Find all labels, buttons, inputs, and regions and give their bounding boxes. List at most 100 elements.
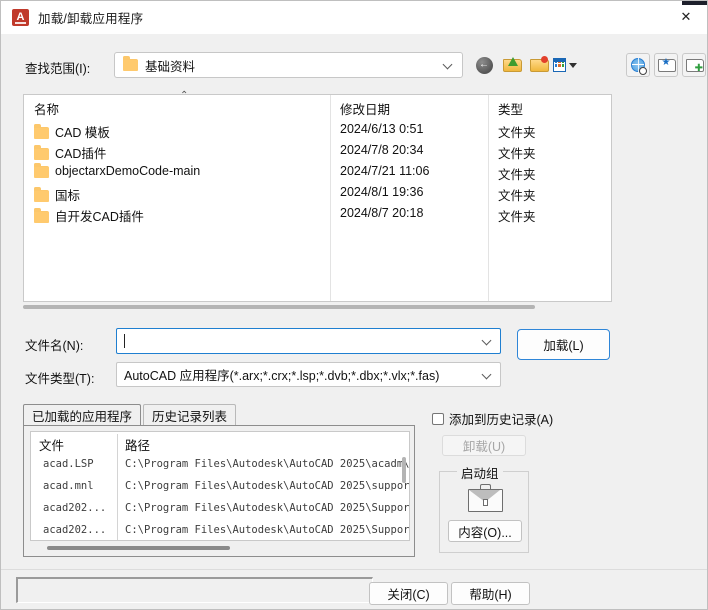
file-name-text: CAD 模板 — [55, 126, 110, 140]
contents-button[interactable]: 内容(O)... — [448, 520, 522, 542]
load-unload-applications-dialog: A 加载/卸载应用程序 ✕ 查找范围(I): 基础资料 ← ★ ✚ ⌃ 名称 修… — [0, 0, 708, 610]
loaded-applications-list[interactable]: 文件 路径 acad.LSP C:\Program Files\Autodesk… — [30, 431, 410, 541]
loaded-file-cell: acad202... — [43, 502, 107, 514]
add-to-history-label: 添加到历史记录(A) — [449, 413, 554, 427]
file-date-cell: 2024/8/1 19:36 — [340, 185, 424, 199]
add-favorite-folder-icon — [686, 58, 704, 74]
loaded-file-cell: acad.mnl — [43, 480, 94, 492]
loaded-path-cell: C:\Program Files\Autodesk\AutoCAD 2025\S… — [125, 524, 410, 536]
file-name-cell: objectarxDemoCode-main — [34, 163, 201, 178]
file-list-horizontal-scrollbar[interactable] — [23, 304, 612, 311]
loaded-column-header-file[interactable]: 文件 — [39, 435, 64, 454]
loaded-list-vertical-scrollbar[interactable] — [400, 454, 408, 540]
list-item[interactable]: acad.LSP C:\Program Files\Autodesk\AutoC… — [31, 454, 409, 476]
file-name-text: objectarxDemoCode-main — [55, 164, 201, 178]
favorites-folder-icon — [658, 58, 676, 72]
close-icon[interactable]: ✕ — [663, 1, 707, 33]
table-row[interactable]: 国标 2024/8/1 19:36 文件夹 — [24, 182, 611, 203]
places-toolbar — [626, 53, 707, 77]
folder-icon — [34, 163, 49, 178]
folder-icon — [34, 123, 49, 139]
new-folder-icon — [529, 56, 549, 72]
file-list-header: ⌃ 名称 修改日期 类型 — [24, 91, 611, 118]
loaded-list-horizontal-scrollbar[interactable] — [30, 544, 410, 552]
look-in-combobox[interactable]: 基础资料 — [114, 52, 463, 78]
list-item[interactable]: acad202... C:\Program Files\Autodesk\Aut… — [31, 498, 409, 520]
create-new-folder-button[interactable] — [526, 53, 550, 77]
status-bar — [16, 577, 373, 603]
column-header-name[interactable]: 名称 — [34, 99, 59, 118]
chevron-down-icon[interactable] — [569, 62, 577, 68]
table-row[interactable]: objectarxDemoCode-main 2024/7/21 11:06 文… — [24, 161, 611, 182]
startup-suite-legend: 启动组 — [457, 463, 503, 482]
checkbox-box[interactable] — [432, 412, 444, 425]
file-name-label: 文件名(N): — [25, 339, 84, 353]
look-in-value: 基础资料 — [145, 59, 196, 74]
chevron-down-icon[interactable] — [481, 369, 492, 380]
file-name-text: 国标 — [55, 189, 81, 203]
file-type-cell: 文件夹 — [498, 168, 536, 182]
text-cursor — [124, 334, 125, 348]
file-name-text: CAD插件 — [55, 147, 107, 161]
folder-icon — [34, 144, 49, 160]
views-button[interactable] — [553, 53, 577, 77]
loaded-applications-panel: 文件 路径 acad.LSP C:\Program Files\Autodesk… — [23, 425, 415, 557]
tab-loaded-applications[interactable]: 已加载的应用程序 — [23, 404, 142, 426]
look-in-label: 查找范围(I): — [25, 62, 91, 76]
folder-icon — [34, 207, 49, 223]
file-type-combobox[interactable]: AutoCAD 应用程序(*.arx;*.crx;*.lsp;*.dvb;*.d… — [116, 362, 501, 387]
views-icon — [553, 58, 566, 72]
file-name-cell: CAD 模板 — [34, 122, 110, 141]
column-header-date[interactable]: 修改日期 — [340, 99, 390, 118]
file-name-cell: 自开发CAD插件 — [34, 206, 144, 225]
navigation-toolbar: ← — [472, 53, 580, 77]
startup-suite-group: 启动组 内容(O)... — [439, 463, 529, 553]
back-button[interactable]: ← — [472, 53, 496, 77]
file-type-label: 文件类型(T): — [25, 372, 95, 386]
up-folder-icon — [502, 57, 522, 72]
loaded-column-header-path[interactable]: 路径 — [125, 435, 150, 454]
file-name-text: 自开发CAD插件 — [55, 210, 144, 224]
file-type-cell: 文件夹 — [498, 147, 536, 161]
up-one-level-button[interactable] — [499, 53, 523, 77]
loaded-file-cell: acad202... — [43, 524, 107, 536]
file-date-cell: 2024/7/8 20:34 — [340, 143, 424, 157]
loaded-list-header: 文件 路径 — [31, 432, 409, 454]
add-to-favorites-button[interactable] — [682, 53, 706, 77]
file-name-input[interactable] — [116, 328, 501, 354]
file-date-cell: 2024/8/7 20:18 — [340, 206, 424, 220]
folder-icon — [34, 186, 49, 202]
help-button[interactable]: 帮助(H) — [451, 582, 530, 605]
window-title: 加载/卸载应用程序 — [38, 12, 144, 26]
file-type-cell: 文件夹 — [498, 189, 536, 203]
favorites-button[interactable] — [654, 53, 678, 77]
add-to-history-checkbox[interactable]: 添加到历史记录(A) — [432, 409, 553, 428]
briefcase-icon[interactable] — [468, 484, 503, 512]
file-date-cell: 2024/7/21 11:06 — [340, 164, 430, 178]
tab-history-list[interactable]: 历史记录列表 — [143, 404, 237, 426]
load-button[interactable]: 加载(L) — [517, 329, 610, 360]
table-row[interactable]: CAD插件 2024/7/8 20:34 文件夹 — [24, 140, 611, 161]
chevron-down-icon[interactable] — [442, 59, 453, 70]
sort-ascending-icon: ⌃ — [180, 90, 189, 101]
chevron-down-icon[interactable] — [481, 335, 492, 346]
list-item[interactable]: acad202... C:\Program Files\Autodesk\Aut… — [31, 520, 410, 540]
loaded-path-cell: C:\Program Files\Autodesk\AutoCAD 2025\a… — [125, 458, 410, 470]
table-row[interactable]: 自开发CAD插件 2024/8/7 20:18 文件夹 — [24, 203, 611, 224]
folder-icon — [123, 56, 138, 71]
table-row[interactable]: CAD 模板 2024/6/13 0:51 文件夹 — [24, 119, 611, 140]
file-type-value: AutoCAD 应用程序(*.arx;*.crx;*.lsp;*.dvb;*.d… — [124, 369, 440, 383]
title-bar[interactable]: A 加载/卸载应用程序 ✕ — [1, 1, 707, 34]
column-header-type[interactable]: 类型 — [498, 99, 523, 118]
tab-strip: 已加载的应用程序 历史记录列表 — [23, 404, 237, 426]
file-browser-list[interactable]: ⌃ 名称 修改日期 类型 CAD 模板 2024/6/13 0:51 文件夹 C… — [23, 91, 612, 302]
file-date-cell: 2024/6/13 0:51 — [340, 122, 424, 136]
autocad-icon: A — [12, 9, 29, 26]
list-item[interactable]: acad.mnl C:\Program Files\Autodesk\AutoC… — [31, 476, 409, 498]
unload-button[interactable]: 卸载(U) — [442, 435, 526, 456]
file-type-cell: 文件夹 — [498, 126, 536, 140]
file-name-cell: 国标 — [34, 185, 80, 204]
search-web-button[interactable] — [626, 53, 650, 77]
close-button[interactable]: 关闭(C) — [369, 582, 448, 605]
back-icon: ← — [475, 56, 493, 74]
